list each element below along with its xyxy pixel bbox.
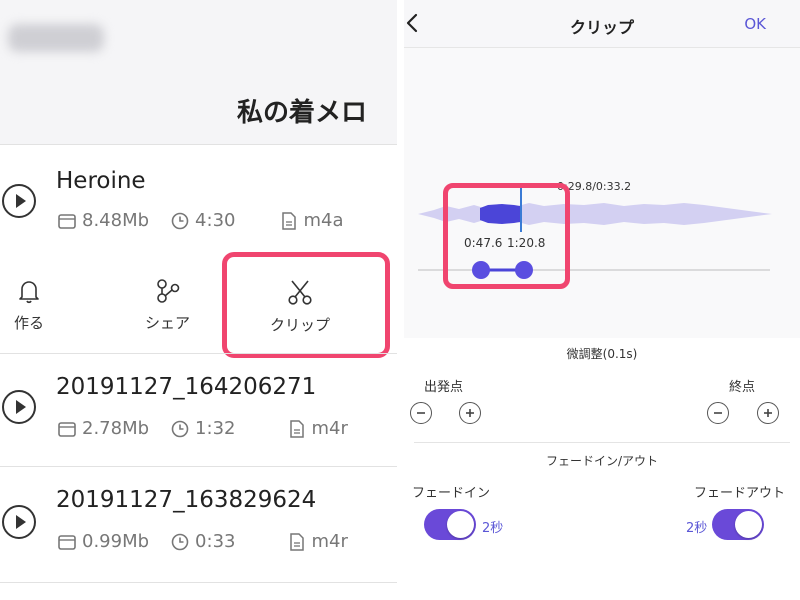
divider	[0, 582, 397, 583]
track-name: 20191127_163829624	[56, 487, 317, 513]
page-title: 私の着メロ	[236, 98, 367, 128]
clock-icon	[171, 533, 189, 550]
duration: 1:32	[195, 418, 236, 439]
file-size: 8.48Mb	[82, 210, 150, 231]
file-format: m4r	[311, 531, 348, 552]
duration: 0:33	[195, 531, 236, 552]
plus-icon	[466, 409, 474, 417]
fade-in-label: フェードイン	[412, 486, 491, 501]
toggle-knob	[447, 511, 474, 538]
waveform-area[interactable]: 0:29.8/0:33.2 0:47.6 1:20.8	[404, 48, 800, 338]
track-name: 20191127_164206271	[56, 374, 317, 400]
file-icon	[290, 532, 305, 551]
toggle-knob	[735, 511, 762, 538]
duration: 4:30	[195, 210, 236, 231]
nav-title: クリップ	[569, 18, 634, 37]
bell-icon	[19, 281, 39, 304]
file-size-group: 2.78Mb	[58, 418, 149, 439]
ok-button[interactable]: OK	[744, 15, 766, 33]
clip-highlight-box	[222, 252, 390, 358]
fade-section-title: フェードイン/アウト	[545, 454, 659, 468]
blurred-header-text	[8, 24, 104, 52]
end-minus-button[interactable]	[707, 402, 729, 424]
file-size-group: 8.48Mb	[58, 210, 149, 231]
list-header: 私の着メロ	[0, 0, 397, 145]
fade-out-label: フェードアウト	[694, 486, 786, 501]
start-plus-button[interactable]	[459, 402, 481, 424]
track-meta: 0.99Mb 0:33 m4r	[58, 531, 348, 552]
duration-group: 1:32	[171, 418, 235, 439]
play-icon[interactable]	[2, 184, 36, 218]
plus-icon	[764, 409, 772, 417]
track-name: Heroine	[56, 168, 146, 194]
file-format: m4r	[311, 418, 348, 439]
file-icon	[282, 211, 297, 230]
fade-out-value: 2秒	[686, 521, 708, 536]
track-row[interactable]: 20191127_164206271 2.78Mb 1:32 m4r	[0, 354, 397, 466]
format-group: m4a	[281, 210, 344, 231]
duration-group: 4:30	[171, 210, 235, 231]
duration-group: 0:33	[171, 531, 235, 552]
divider	[414, 442, 790, 443]
track-row[interactable]: 20191127_163829624 0.99Mb 0:33 m4r	[0, 467, 397, 582]
fade-in-toggle[interactable]	[424, 509, 476, 540]
file-size: 0.99Mb	[82, 531, 150, 552]
start-minus-button[interactable]	[410, 402, 432, 424]
format-group: m4r	[289, 418, 348, 439]
file-size: 2.78Mb	[82, 418, 150, 439]
nav-bar: クリップ OK	[404, 0, 800, 48]
play-icon[interactable]	[2, 390, 36, 424]
minus-icon	[417, 412, 425, 414]
create-button[interactable]: 作る	[14, 278, 44, 333]
fine-adjust-label: 微調整(0.1s)	[566, 347, 638, 361]
clock-icon	[171, 212, 189, 229]
track-meta: 2.78Mb 1:32 m4r	[58, 418, 348, 439]
fade-in-value: 2秒	[482, 521, 504, 536]
track-meta: 8.48Mb 4:30 m4a	[58, 210, 344, 231]
share-icon	[156, 279, 179, 303]
folder-icon	[58, 534, 76, 550]
file-size-group: 0.99Mb	[58, 531, 149, 552]
end-point-label: 終点	[729, 380, 756, 395]
clip-range-highlight	[443, 183, 570, 289]
share-button[interactable]: シェア	[145, 278, 190, 333]
minus-icon	[714, 412, 722, 414]
share-label: シェア	[145, 314, 191, 332]
end-plus-button[interactable]	[757, 402, 779, 424]
track-row[interactable]: Heroine 8.48Mb 4:30 m4a	[0, 150, 397, 255]
play-icon[interactable]	[2, 505, 36, 539]
clock-icon	[171, 420, 189, 437]
ringtone-list-screen: 私の着メロ Heroine 8.48Mb 4:30 m4a 作る シェア クリッ…	[0, 0, 397, 600]
file-format: m4a	[303, 210, 344, 231]
clip-editor-screen: クリップ OK 0:29.8/0:33.2 0:47.6 1:20.8 微調整(…	[404, 0, 800, 600]
create-label: 作る	[14, 314, 45, 332]
format-group: m4r	[289, 531, 348, 552]
start-point-label: 出発点	[424, 380, 464, 395]
folder-icon	[58, 213, 76, 229]
file-icon	[290, 419, 305, 438]
folder-icon	[58, 421, 76, 437]
fade-out-toggle[interactable]	[712, 509, 764, 540]
